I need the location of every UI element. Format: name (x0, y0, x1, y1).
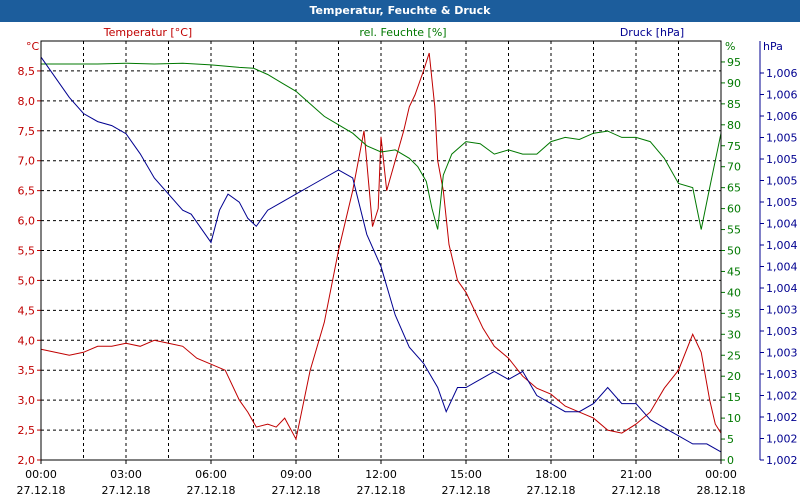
tick-label-time: 06:00 (195, 468, 227, 481)
tick-label-press: 1,005 (766, 196, 798, 209)
tick-label-press: 1,004 (766, 261, 798, 274)
tick-label-press: 1,003 (766, 304, 798, 317)
tick-label-hum: 20 (727, 370, 741, 383)
tick-label-temp: 7,0 (18, 155, 36, 168)
tick-label-press: 1,003 (766, 368, 798, 381)
tick-label-hum: 10 (727, 412, 741, 425)
tick-label-date: 27.12.18 (272, 484, 321, 497)
tick-label-hum: 65 (727, 182, 741, 195)
tick-label-date: 27.12.18 (102, 484, 151, 497)
tick-label-hum: 85 (727, 98, 741, 111)
tick-label-press: 1,004 (766, 239, 798, 252)
tick-label-press: 1,005 (766, 132, 798, 145)
tick-label-hum: 50 (727, 245, 741, 258)
series-line-press (40, 56, 722, 453)
tick-label-time: 21:00 (620, 468, 652, 481)
tick-label-date: 27.12.18 (187, 484, 236, 497)
tick-label-temp: 6,0 (18, 215, 36, 228)
tick-label-temp: 2,5 (18, 424, 36, 437)
unit-press: hPa (763, 40, 783, 53)
x-ticks: 00:00 27.12.18 03:00 27.12.18 06:00 27.12.18 0… (17, 460, 746, 497)
tick-label-press: 1,002 (766, 433, 798, 446)
tick-label-press: 1,002 (766, 454, 798, 467)
tick-label-hum: 35 (727, 307, 741, 320)
unit-hum: % (725, 40, 735, 53)
tick-label-hum: 45 (727, 265, 741, 278)
tick-label-press: 1,006 (766, 67, 798, 80)
series-label-feuchte: rel. Feuchte [%] (359, 26, 446, 39)
series-label-druck: Druck [hPa] (620, 26, 684, 39)
tick-label-press: 1,005 (766, 153, 798, 166)
tick-label-temp: 3,0 (18, 394, 36, 407)
y-ticks-temp: 2,0 2,5 3,0 3,5 4,0 4,5 5,0 5,5 6,0 6,5 7,0 7,5 8,0 8… (18, 65, 41, 467)
tick-label-hum: 5 (727, 433, 734, 446)
tick-label-press: 1,004 (766, 218, 798, 231)
tick-label-temp: 7,5 (18, 125, 36, 138)
tick-label-hum: 80 (727, 119, 741, 132)
tick-label-time: 18:00 (535, 468, 567, 481)
tick-label-temp: 4,5 (18, 304, 36, 317)
tick-label-hum: 25 (727, 349, 741, 362)
tick-label-temp: 5,0 (18, 274, 36, 287)
tick-label-time: 00:00 (705, 468, 737, 481)
tick-label-time: 09:00 (280, 468, 312, 481)
tick-label-hum: 75 (727, 140, 741, 153)
tick-label-press: 1,003 (766, 347, 798, 360)
tick-label-time: 12:00 (365, 468, 397, 481)
tick-label-hum: 15 (727, 391, 741, 404)
tick-label-press: 1,005 (766, 175, 798, 188)
tick-label-time: 03:00 (110, 468, 142, 481)
tick-label-hum: 30 (727, 328, 741, 341)
tick-label-date: 27.12.18 (357, 484, 406, 497)
tick-label-hum: 40 (727, 286, 741, 299)
tick-label-hum: 55 (727, 224, 741, 237)
tick-label-hum: 90 (727, 77, 741, 90)
tick-label-temp: 8,0 (18, 95, 36, 108)
grid (41, 41, 721, 460)
tick-label-press: 1,002 (766, 390, 798, 403)
tick-label-press: 1,006 (766, 89, 798, 102)
window-title: Temperatur, Feuchte & Druck (0, 0, 800, 22)
y-ticks-pressure: 1,002 1,002 1,002 1,002 1,003 1,003 1,003 1,003… (759, 41, 798, 467)
tick-label-temp: 6,5 (18, 185, 36, 198)
tick-label-time: 00:00 (25, 468, 57, 481)
tick-label-temp: 2,0 (18, 454, 36, 467)
tick-label-date: 27.12.18 (442, 484, 491, 497)
tick-label-press: 1,006 (766, 110, 798, 123)
tick-label-date: 27.12.18 (17, 484, 66, 497)
tick-label-hum: 0 (727, 454, 734, 467)
line-chart: Temperatur [°C] rel. Feuchte [%] Druck [… (17, 26, 798, 497)
tick-label-press: 1,003 (766, 325, 798, 338)
series-label-temperatur: Temperatur [°C] (103, 26, 192, 39)
tick-label-hum: 95 (727, 56, 741, 69)
tick-label-press: 1,002 (766, 411, 798, 424)
unit-temp: °C (26, 40, 40, 53)
tick-label-hum: 70 (727, 161, 741, 174)
tick-label-temp: 4,0 (18, 334, 36, 347)
y-ticks-humidity: 0 5 10 15 20 25 30 35 40 45 50 55 60 65 70 75 80 85 90 95 (721, 56, 741, 467)
tick-label-temp: 5,5 (18, 245, 36, 258)
tick-label-date: 28.12.18 (697, 484, 746, 497)
tick-label-temp: 8,5 (18, 65, 36, 78)
tick-label-press: 1,004 (766, 282, 798, 295)
tick-label-date: 27.12.18 (527, 484, 576, 497)
tick-label-hum: 60 (727, 203, 741, 216)
tick-label-date: 27.12.18 (612, 484, 661, 497)
tick-label-temp: 3,5 (18, 364, 36, 377)
tick-label-time: 15:00 (450, 468, 482, 481)
